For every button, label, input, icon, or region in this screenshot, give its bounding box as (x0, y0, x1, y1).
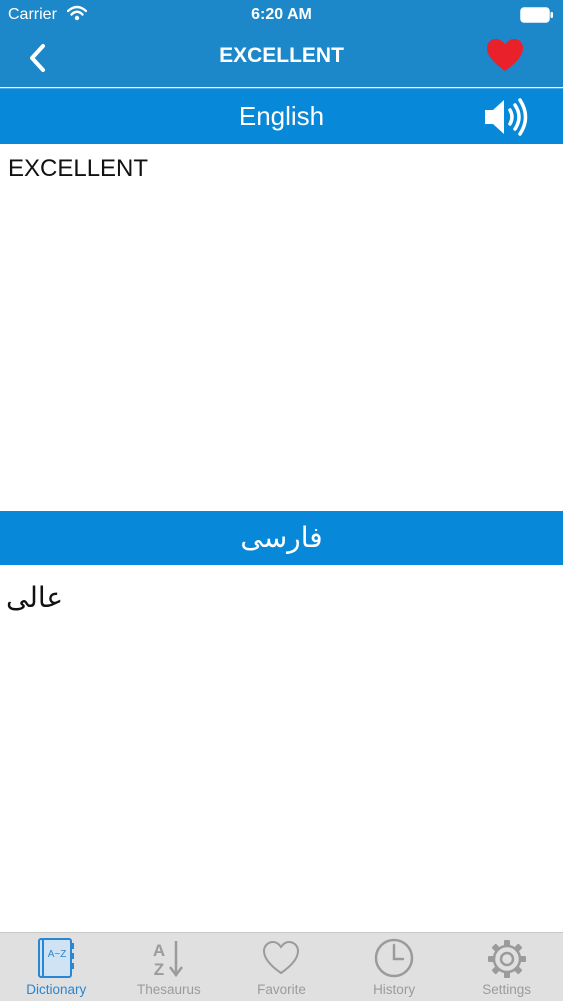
dictionary-book-icon: A~Z (38, 938, 75, 978)
page-title: EXCELLENT (219, 44, 344, 67)
chevron-left-icon (30, 44, 45, 72)
tab-thesaurus[interactable]: A Z Thesaurus (113, 933, 226, 1001)
farsi-translation: عالی (6, 581, 64, 614)
tab-settings-label: Settings (482, 982, 532, 997)
tab-thesaurus-label: Thesaurus (136, 982, 201, 997)
tab-favorite-label: Favorite (257, 982, 306, 997)
battery-icon (520, 7, 553, 23)
navigation-bar: EXCELLENT (0, 30, 563, 87)
english-section-title: English (238, 101, 325, 131)
tab-dictionary[interactable]: A~Z Dictionary (0, 933, 113, 1001)
favorite-button[interactable] (487, 39, 523, 77)
tab-bar: A~Z Dictionary A Z Thesaurus Favorite Hi… (0, 932, 563, 1001)
farsi-section-header: فارسی (0, 511, 563, 565)
gear-icon (487, 940, 526, 978)
tab-favorite[interactable]: Favorite (225, 933, 338, 1001)
status-bar: Carrier 6:20 AM (0, 0, 563, 30)
speaker-icon (485, 98, 528, 136)
svg-text:A: A (153, 941, 165, 960)
heart-icon (487, 39, 523, 71)
farsi-section-title: فارسی (240, 521, 323, 554)
speak-button[interactable] (483, 97, 531, 142)
az-sort-icon: A Z (153, 941, 183, 979)
svg-text:Z: Z (154, 960, 164, 979)
clock-icon (374, 938, 414, 978)
svg-text:A~Z: A~Z (48, 949, 67, 960)
tab-history[interactable]: History (338, 933, 451, 1001)
english-section-header: English (0, 88, 563, 144)
back-button[interactable] (22, 40, 58, 76)
tab-history-label: History (373, 982, 416, 997)
app-header: Carrier 6:20 AM EXCELLENT (0, 0, 563, 87)
tab-settings[interactable]: Settings (450, 933, 563, 1001)
status-time: 6:20 AM (251, 6, 312, 23)
tab-dictionary-label: Dictionary (26, 982, 87, 997)
english-word: EXCELLENT (8, 155, 149, 182)
heart-outline-icon (263, 940, 300, 975)
